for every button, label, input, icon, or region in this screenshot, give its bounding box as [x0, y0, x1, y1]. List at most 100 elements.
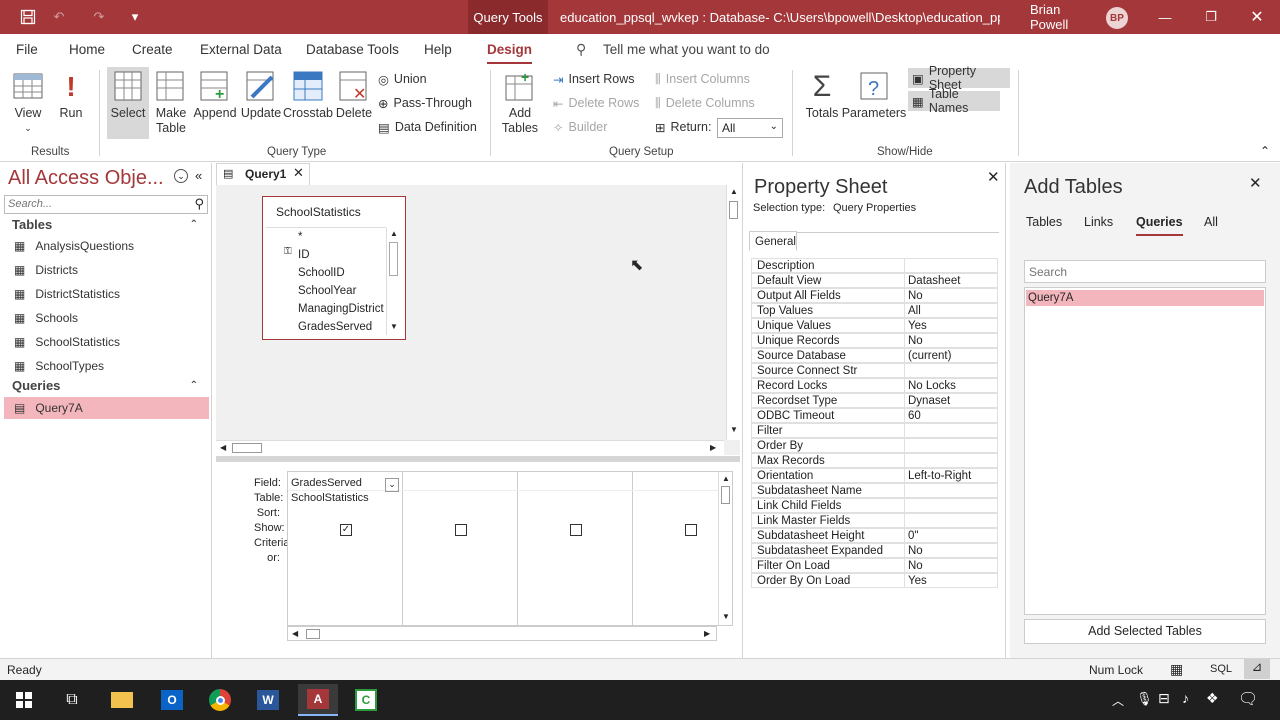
collapse-nav-icon[interactable]: « — [195, 168, 202, 183]
nav-menu-icon[interactable]: ⌄ — [174, 169, 188, 183]
view-button[interactable]: View ⌄ — [8, 70, 48, 140]
nav-table-item[interactable]: ▦ Districts — [4, 259, 209, 281]
property-value[interactable] — [904, 423, 998, 438]
nav-table-item[interactable]: ▦ Schools — [4, 307, 209, 329]
show-checkbox[interactable] — [570, 524, 582, 536]
queries-section-header[interactable]: Queries ⌃ — [4, 376, 208, 396]
restore-icon[interactable]: ❐ — [1196, 0, 1226, 34]
microphone-icon[interactable]: 🎙 — [1136, 691, 1153, 707]
scroll-thumb[interactable] — [729, 201, 738, 219]
nav-table-item[interactable]: ▦ DistrictStatistics — [4, 283, 209, 305]
property-row[interactable]: Order By On Load Yes — [751, 573, 998, 588]
scroll-thumb[interactable] — [306, 629, 320, 639]
show-checkbox[interactable] — [685, 524, 697, 536]
show-checkbox[interactable] — [455, 524, 467, 536]
tab-file[interactable]: File — [16, 42, 38, 57]
nav-query-item[interactable]: ▤ Query7A — [4, 397, 209, 419]
scroll-right-icon[interactable]: ▶ — [704, 629, 710, 638]
show-hidden-icons-icon[interactable]: ︿ — [1112, 692, 1124, 709]
property-row[interactable]: Source Connect Str — [751, 363, 998, 378]
table-names-button[interactable]: ▦ Table Names — [908, 87, 1000, 115]
append-button[interactable]: + Append — [193, 70, 237, 140]
table-cell[interactable]: SchoolStatistics — [291, 492, 369, 504]
property-value[interactable] — [904, 483, 998, 498]
union-button[interactable]: ◎ Union — [378, 69, 427, 89]
nav-table-item[interactable]: ▦ SchoolStatistics — [4, 331, 209, 353]
insert-columns-button[interactable]: ⫼ Insert Columns — [655, 69, 750, 89]
property-value[interactable] — [904, 438, 998, 453]
field-item[interactable]: SchoolYear — [298, 285, 356, 297]
property-row[interactable]: ODBC Timeout 60 — [751, 408, 998, 423]
close-icon[interactable]: ✕ — [1242, 0, 1272, 34]
camtasia-icon[interactable]: C — [346, 684, 386, 716]
field-item[interactable]: ManagingDistrict — [298, 303, 386, 315]
insert-rows-button[interactable]: ⇥ Insert Rows — [553, 69, 634, 89]
property-value[interactable]: Yes — [904, 318, 998, 333]
property-value[interactable]: Dynaset — [904, 393, 998, 408]
collapse-ribbon-icon[interactable]: ⌃ — [1260, 144, 1270, 158]
tables-section-header[interactable]: Tables ⌃ — [4, 215, 208, 235]
property-value[interactable] — [904, 453, 998, 468]
user-name[interactable]: Brian Powell — [1030, 0, 1100, 34]
chevron-down-icon[interactable]: ⌄ — [385, 478, 399, 492]
property-row[interactable]: Description — [751, 258, 998, 273]
tab-queries[interactable]: Queries — [1136, 215, 1183, 236]
tab-home[interactable]: Home — [69, 42, 105, 57]
access-icon[interactable]: A — [298, 684, 338, 716]
delete-rows-button[interactable]: ⇤ Delete Rows — [553, 93, 639, 113]
property-row[interactable]: Subdatasheet Height 0" — [751, 528, 998, 543]
scroll-thumb[interactable] — [389, 242, 398, 276]
delete-columns-button[interactable]: ⫼ Delete Columns — [655, 93, 755, 113]
property-value[interactable] — [904, 258, 998, 273]
tab-tables[interactable]: Tables — [1026, 215, 1062, 229]
pass-through-button[interactable]: ⊕ Pass-Through — [378, 93, 472, 113]
tell-me-box[interactable]: Tell me what you want to do — [603, 42, 770, 57]
field-item[interactable]: GradesServed — [298, 321, 372, 333]
redo-icon[interactable]: ↷ — [86, 0, 112, 34]
property-row[interactable]: Record Locks No Locks — [751, 378, 998, 393]
property-row[interactable]: Recordset Type Dynaset — [751, 393, 998, 408]
property-row[interactable]: Subdatasheet Expanded No — [751, 543, 998, 558]
scroll-down-icon[interactable]: ▼ — [730, 425, 738, 434]
property-value[interactable]: No — [904, 288, 998, 303]
property-value[interactable]: No Locks — [904, 378, 998, 393]
collapse-section-icon[interactable]: ⌃ — [190, 376, 198, 396]
property-row[interactable]: Order By — [751, 438, 998, 453]
select-query-button[interactable]: Select — [107, 67, 149, 139]
property-value[interactable]: (current) — [904, 348, 998, 363]
file-explorer-icon[interactable] — [102, 684, 142, 716]
parameters-button[interactable]: ? Parameters — [842, 70, 906, 140]
save-icon[interactable] — [14, 0, 42, 34]
chrome-icon[interactable] — [200, 684, 240, 716]
scroll-thumb[interactable] — [232, 443, 262, 453]
scroll-down-icon[interactable]: ▼ — [390, 322, 398, 331]
tab-database-tools[interactable]: Database Tools — [306, 42, 399, 57]
scroll-up-icon[interactable]: ▲ — [390, 229, 398, 238]
property-value[interactable] — [904, 513, 998, 528]
field-item[interactable]: SchoolID — [298, 267, 345, 279]
scroll-down-icon[interactable]: ▼ — [722, 612, 730, 621]
show-checkbox-checked[interactable]: ✓ — [340, 524, 352, 536]
windows-start-icon[interactable] — [4, 684, 44, 716]
add-selected-tables-button[interactable]: Add Selected Tables — [1024, 619, 1266, 644]
dropbox-icon[interactable]: ❖ — [1206, 690, 1219, 707]
datasheet-view-icon[interactable]: ▦ — [1170, 661, 1183, 678]
make-table-button[interactable]: Make Table — [152, 70, 190, 140]
builder-button[interactable]: ✧ Builder — [553, 117, 607, 137]
list-item[interactable]: Query7A — [1026, 290, 1264, 306]
task-view-icon[interactable]: ⧉ — [52, 684, 92, 716]
scroll-up-icon[interactable]: ▲ — [722, 474, 730, 483]
property-value[interactable]: No — [904, 558, 998, 573]
crosstab-button[interactable]: Crosstab — [283, 70, 333, 140]
property-value[interactable]: Left-to-Right — [904, 468, 998, 483]
tab-links[interactable]: Links — [1084, 215, 1113, 229]
scroll-left-icon[interactable]: ◀ — [220, 443, 226, 452]
update-button[interactable]: Update — [240, 70, 282, 140]
property-row[interactable]: Unique Values Yes — [751, 318, 998, 333]
customize-qat-icon[interactable]: ▾ — [124, 0, 146, 34]
minimize-icon[interactable]: — — [1150, 0, 1180, 34]
field-list-scrollbar[interactable]: ▲ ▼ — [386, 228, 400, 335]
totals-button[interactable]: Σ Totals — [804, 70, 840, 140]
tab-query1[interactable]: ▤ Query1 ✕ — [216, 163, 310, 185]
property-value[interactable]: 60 — [904, 408, 998, 423]
